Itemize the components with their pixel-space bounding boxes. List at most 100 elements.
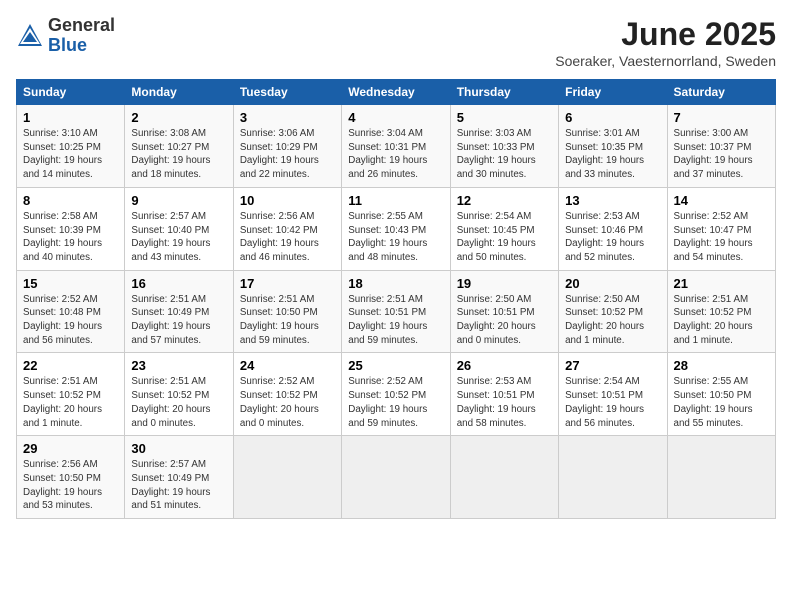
day-number: 15 (23, 276, 118, 291)
calendar-cell: 26 Sunrise: 2:53 AMSunset: 10:51 PMDaylig… (450, 353, 558, 436)
calendar-cell: 12Sunrise: 2:54 AMSunset: 10:45 PMDaylig… (450, 187, 558, 270)
calendar-cell: 30 Sunrise: 2:57 AMSunset: 10:49 PMDaylig… (125, 436, 233, 519)
logo-icon (16, 22, 44, 50)
day-number: 13 (565, 193, 660, 208)
day-number: 5 (457, 110, 552, 125)
day-detail: Sunrise: 2:52 AMSunset: 10:48 PMDaylight… (23, 294, 102, 346)
day-number: 28 (674, 358, 769, 373)
day-detail: Sunrise: 2:58 AMSunset: 10:39 PMDaylight… (23, 211, 102, 263)
day-number: 8 (23, 193, 118, 208)
calendar-cell: 23 Sunrise: 2:51 AMSunset: 10:52 PMDaylig… (125, 353, 233, 436)
calendar-cell: 15 Sunrise: 2:52 AMSunset: 10:48 PMDaylig… (17, 270, 125, 353)
day-number: 6 (565, 110, 660, 125)
day-detail: Sunrise: 2:56 AMSunset: 10:42 PMDaylight… (240, 211, 319, 263)
week-row-1: 1 Sunrise: 3:10 AMSunset: 10:25 PMDayligh… (17, 105, 776, 188)
calendar-cell: 28Sunrise: 2:55 AMSunset: 10:50 PMDaylig… (667, 353, 775, 436)
day-detail: Sunrise: 3:04 AMSunset: 10:31 PMDaylight… (348, 128, 427, 180)
logo-general: General (48, 16, 115, 36)
calendar-cell: 20Sunrise: 2:50 AMSunset: 10:52 PMDaylig… (559, 270, 667, 353)
calendar-cell: 25Sunrise: 2:52 AMSunset: 10:52 PMDaylig… (342, 353, 450, 436)
calendar-cell: 22Sunrise: 2:51 AMSunset: 10:52 PMDaylig… (17, 353, 125, 436)
day-detail: Sunrise: 2:51 AMSunset: 10:52 PMDaylight… (674, 294, 753, 346)
day-detail: Sunrise: 2:51 AMSunset: 10:49 PMDaylight… (131, 294, 210, 346)
day-number: 23 (131, 358, 226, 373)
calendar-cell: 1 Sunrise: 3:10 AMSunset: 10:25 PMDayligh… (17, 105, 125, 188)
calendar-cell (233, 436, 341, 519)
day-detail: Sunrise: 3:01 AMSunset: 10:35 PMDaylight… (565, 128, 644, 180)
day-detail: Sunrise: 2:53 AMSunset: 10:46 PMDaylight… (565, 211, 644, 263)
day-number: 21 (674, 276, 769, 291)
day-detail: Sunrise: 2:53 AMSunset: 10:51 PMDaylight… (457, 376, 536, 428)
day-detail: Sunrise: 2:55 AMSunset: 10:43 PMDaylight… (348, 211, 427, 263)
day-detail: Sunrise: 3:06 AMSunset: 10:29 PMDaylight… (240, 128, 319, 180)
day-detail: Sunrise: 2:51 AMSunset: 10:51 PMDaylight… (348, 294, 427, 346)
calendar-cell (667, 436, 775, 519)
day-detail: Sunrise: 3:10 AMSunset: 10:25 PMDaylight… (23, 128, 102, 180)
column-header-tuesday: Tuesday (233, 80, 341, 105)
day-detail: Sunrise: 2:51 AMSunset: 10:52 PMDaylight… (131, 376, 210, 428)
day-detail: Sunrise: 2:54 AMSunset: 10:51 PMDaylight… (565, 376, 644, 428)
day-detail: Sunrise: 2:57 AMSunset: 10:49 PMDaylight… (131, 459, 210, 511)
day-number: 3 (240, 110, 335, 125)
column-header-wednesday: Wednesday (342, 80, 450, 105)
calendar-cell: 10 Sunrise: 2:56 AMSunset: 10:42 PMDaylig… (233, 187, 341, 270)
calendar-cell: 18 Sunrise: 2:51 AMSunset: 10:51 PMDaylig… (342, 270, 450, 353)
day-number: 26 (457, 358, 552, 373)
calendar-cell: 17 Sunrise: 2:51 AMSunset: 10:50 PMDaylig… (233, 270, 341, 353)
day-number: 4 (348, 110, 443, 125)
logo-blue: Blue (48, 36, 115, 56)
calendar-cell: 2 Sunrise: 3:08 AMSunset: 10:27 PMDayligh… (125, 105, 233, 188)
week-row-4: 22Sunrise: 2:51 AMSunset: 10:52 PMDaylig… (17, 353, 776, 436)
week-row-5: 29 Sunrise: 2:56 AMSunset: 10:50 PMDaylig… (17, 436, 776, 519)
page-header: General Blue June 2025 Soeraker, Vaester… (16, 16, 776, 69)
calendar-cell: 29 Sunrise: 2:56 AMSunset: 10:50 PMDaylig… (17, 436, 125, 519)
day-detail: Sunrise: 3:03 AMSunset: 10:33 PMDaylight… (457, 128, 536, 180)
calendar-cell: 4 Sunrise: 3:04 AMSunset: 10:31 PMDayligh… (342, 105, 450, 188)
day-detail: Sunrise: 2:50 AMSunset: 10:51 PMDaylight… (457, 294, 536, 346)
day-number: 30 (131, 441, 226, 456)
week-row-3: 15 Sunrise: 2:52 AMSunset: 10:48 PMDaylig… (17, 270, 776, 353)
calendar-cell: 11 Sunrise: 2:55 AMSunset: 10:43 PMDaylig… (342, 187, 450, 270)
day-detail: Sunrise: 2:51 AMSunset: 10:50 PMDaylight… (240, 294, 319, 346)
column-header-sunday: Sunday (17, 80, 125, 105)
day-number: 17 (240, 276, 335, 291)
calendar-cell: 7 Sunrise: 3:00 AMSunset: 10:37 PMDayligh… (667, 105, 775, 188)
day-number: 11 (348, 193, 443, 208)
day-number: 9 (131, 193, 226, 208)
day-number: 29 (23, 441, 118, 456)
day-number: 18 (348, 276, 443, 291)
calendar-table: SundayMondayTuesdayWednesdayThursdayFrid… (16, 79, 776, 519)
day-number: 2 (131, 110, 226, 125)
day-detail: Sunrise: 3:00 AMSunset: 10:37 PMDaylight… (674, 128, 753, 180)
logo: General Blue (16, 16, 115, 56)
day-number: 20 (565, 276, 660, 291)
day-detail: Sunrise: 2:56 AMSunset: 10:50 PMDaylight… (23, 459, 102, 511)
day-number: 16 (131, 276, 226, 291)
column-header-friday: Friday (559, 80, 667, 105)
calendar-cell: 19Sunrise: 2:50 AMSunset: 10:51 PMDaylig… (450, 270, 558, 353)
day-detail: Sunrise: 2:52 AMSunset: 10:52 PMDaylight… (240, 376, 319, 428)
header-row: SundayMondayTuesdayWednesdayThursdayFrid… (17, 80, 776, 105)
logo-text: General Blue (48, 16, 115, 56)
calendar-cell: 6 Sunrise: 3:01 AMSunset: 10:35 PMDayligh… (559, 105, 667, 188)
day-number: 12 (457, 193, 552, 208)
location-title: Soeraker, Vaesternorrland, Sweden (555, 53, 776, 69)
day-detail: Sunrise: 2:57 AMSunset: 10:40 PMDaylight… (131, 211, 210, 263)
day-number: 1 (23, 110, 118, 125)
title-block: June 2025 Soeraker, Vaesternorrland, Swe… (555, 16, 776, 69)
calendar-cell: 9 Sunrise: 2:57 AMSunset: 10:40 PMDayligh… (125, 187, 233, 270)
calendar-cell: 5 Sunrise: 3:03 AMSunset: 10:33 PMDayligh… (450, 105, 558, 188)
day-number: 24 (240, 358, 335, 373)
calendar-cell: 24 Sunrise: 2:52 AMSunset: 10:52 PMDaylig… (233, 353, 341, 436)
calendar-cell: 3 Sunrise: 3:06 AMSunset: 10:29 PMDayligh… (233, 105, 341, 188)
column-header-saturday: Saturday (667, 80, 775, 105)
day-number: 7 (674, 110, 769, 125)
day-number: 10 (240, 193, 335, 208)
month-title: June 2025 (555, 16, 776, 53)
day-detail: Sunrise: 3:08 AMSunset: 10:27 PMDaylight… (131, 128, 210, 180)
calendar-cell: 13 Sunrise: 2:53 AMSunset: 10:46 PMDaylig… (559, 187, 667, 270)
calendar-cell: 14Sunrise: 2:52 AMSunset: 10:47 PMDaylig… (667, 187, 775, 270)
day-detail: Sunrise: 2:51 AMSunset: 10:52 PMDaylight… (23, 376, 102, 428)
calendar-cell: 21 Sunrise: 2:51 AMSunset: 10:52 PMDaylig… (667, 270, 775, 353)
day-number: 25 (348, 358, 443, 373)
